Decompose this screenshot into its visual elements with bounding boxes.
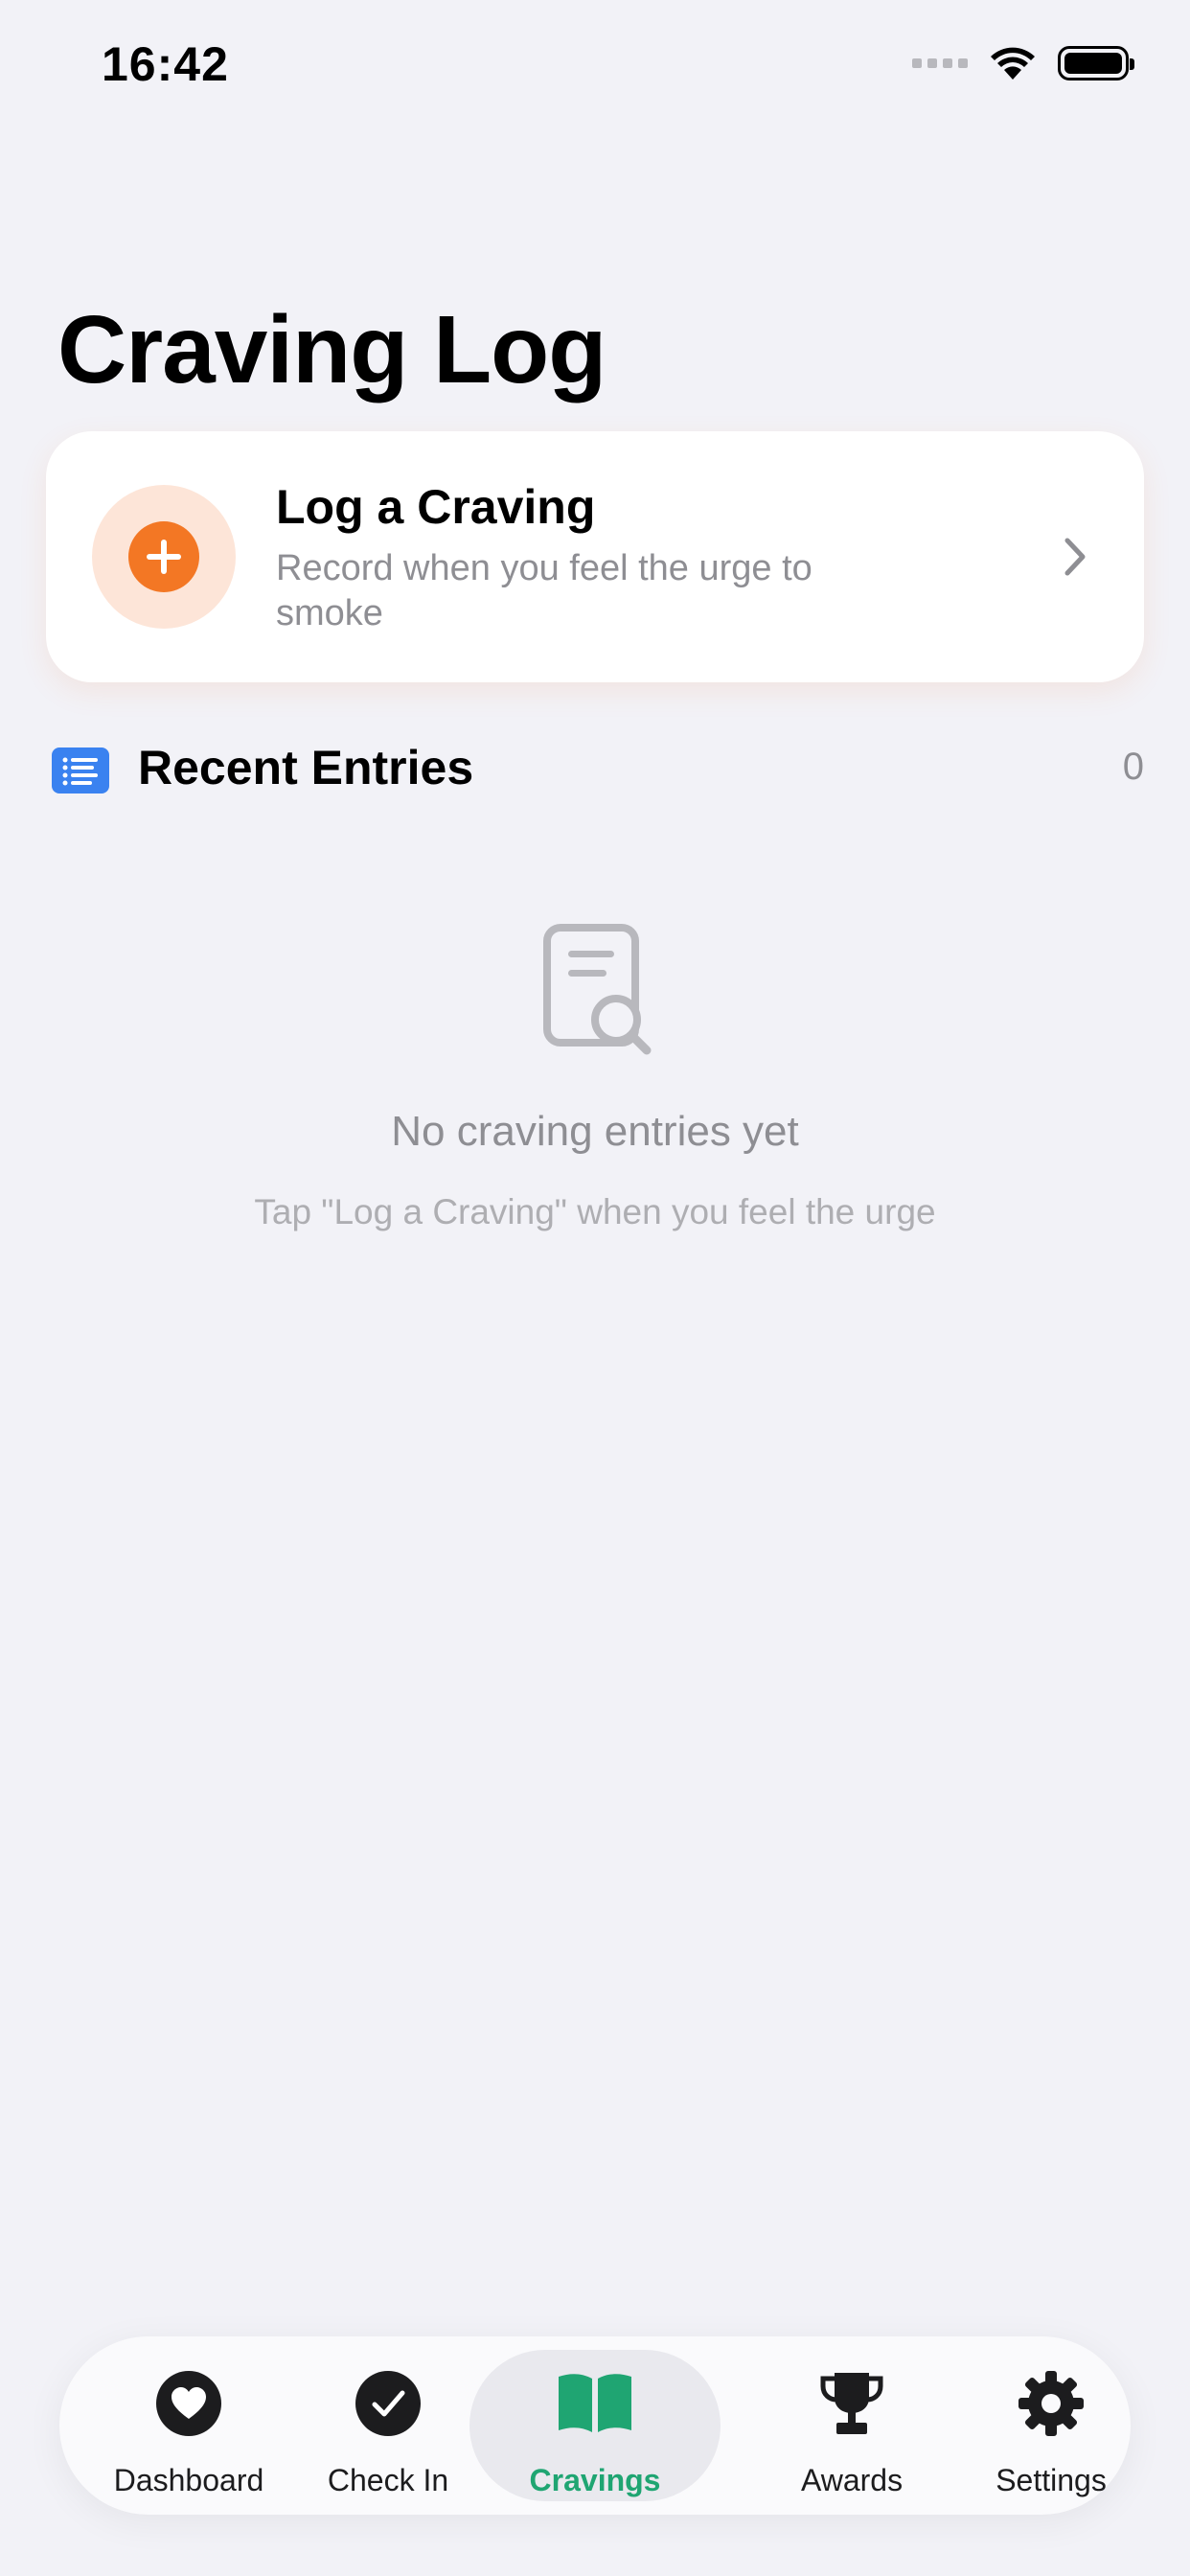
- battery-icon: [1058, 46, 1134, 80]
- tab-check-in[interactable]: Check In: [287, 2336, 489, 2515]
- tab-dashboard[interactable]: Dashboard: [88, 2336, 289, 2515]
- log-craving-icon-wrap: [92, 485, 236, 629]
- chevron-right-icon: [1064, 538, 1086, 576]
- tab-label: Cravings: [529, 2463, 661, 2497]
- tab-label: Awards: [800, 2463, 904, 2497]
- gear-icon: [1018, 2371, 1084, 2436]
- status-bar: 16:42: [0, 0, 1190, 134]
- cellular-signal-icon: [912, 58, 968, 68]
- page-title: Craving Log: [57, 296, 606, 403]
- tab-label: Settings: [995, 2463, 1107, 2497]
- document-search-icon: [543, 924, 652, 1055]
- tab-label: Dashboard: [113, 2463, 264, 2497]
- log-craving-title: Log a Craving: [276, 480, 596, 534]
- recent-entries-title: Recent Entries: [138, 741, 474, 794]
- log-craving-card[interactable]: Log a Craving Record when you feel the u…: [46, 431, 1144, 682]
- wifi-icon: [991, 47, 1035, 80]
- list-icon: [52, 748, 109, 794]
- recent-entries-count: 0: [1122, 746, 1144, 788]
- tab-cravings[interactable]: Cravings: [469, 2350, 721, 2501]
- trophy-icon: [820, 2373, 883, 2434]
- tab-settings[interactable]: Settings: [950, 2336, 1152, 2515]
- tab-bar: Dashboard Check In Cravings Awards Setti…: [59, 2336, 1131, 2515]
- tab-awards[interactable]: Awards: [751, 2336, 952, 2515]
- checkmark-circle-icon: [355, 2371, 421, 2436]
- plus-circle-icon: [128, 521, 199, 592]
- log-craving-subtitle: Record when you feel the urge to smoke: [276, 548, 812, 633]
- recent-entries-header: Recent Entries 0: [52, 740, 1144, 801]
- tab-label: Check In: [327, 2463, 449, 2497]
- empty-state-hint: Tap "Log a Craving" when you feel the ur…: [254, 1192, 936, 1231]
- book-icon: [559, 2374, 631, 2432]
- empty-state-title: No craving entries yet: [391, 1108, 799, 1155]
- heart-icon: [156, 2371, 221, 2436]
- status-icons: [912, 42, 1134, 84]
- status-time: 16:42: [102, 37, 229, 91]
